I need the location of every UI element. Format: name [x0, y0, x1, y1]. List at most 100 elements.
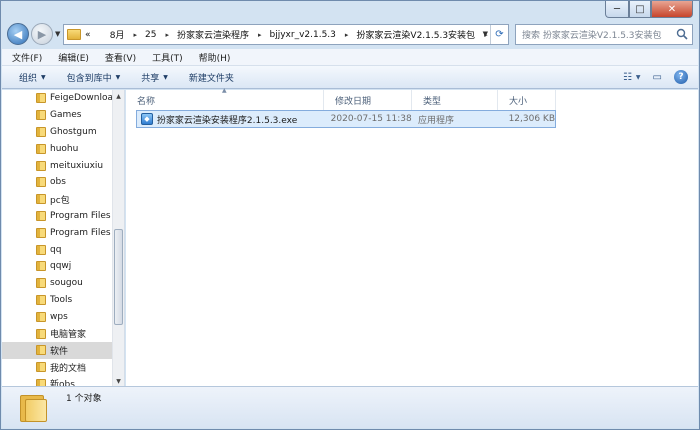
view-options-icon[interactable]: ☷ [623, 72, 632, 83]
nav-item[interactable]: obs [2, 174, 113, 191]
breadcrumb-chevron-icon[interactable]: ▸ [345, 31, 349, 39]
nav-scrollbar[interactable]: ▲ ▼ [112, 90, 124, 387]
item-count: 1 个对象 [66, 394, 102, 404]
search-icon [676, 28, 688, 40]
column-header-name[interactable]: 名称 ▲ [126, 87, 324, 110]
forward-arrow-icon: ▶ [37, 27, 47, 41]
folder-tree: FeigeDownloa Games Ghostgum huohu meitux… [2, 90, 113, 387]
search-placeholder: 搜索 扮家家云渲染V2.1.5.3安装包 [522, 31, 662, 41]
nav-item-label: qqwj [50, 261, 72, 272]
folder-icon [36, 362, 46, 373]
refresh-button[interactable]: ⟳ [490, 25, 508, 44]
breadcrumb-item[interactable]: 8月 [110, 28, 125, 41]
nav-item-label: FeigeDownloa [50, 93, 113, 104]
menu-edit[interactable]: 编辑(E) [58, 51, 89, 64]
nav-item[interactable]: Tools [2, 292, 113, 309]
folder-icon [36, 194, 46, 205]
nav-item-label: Tools [50, 294, 73, 305]
refresh-icon: ⟳ [495, 29, 504, 40]
chevron-down-icon: ▼ [41, 73, 46, 81]
maximize-button[interactable]: □ [629, 1, 651, 18]
nav-item[interactable]: Games [2, 107, 113, 124]
breadcrumb-chevron-icon[interactable]: ▸ [258, 31, 262, 39]
column-header-size[interactable]: 大小 [498, 90, 556, 110]
breadcrumb-chevron-icon[interactable]: ▸ [133, 31, 137, 39]
breadcrumb-chevron-icon[interactable]: ▸ [165, 31, 169, 39]
sort-ascending-icon: ▲ [222, 87, 227, 94]
nav-item[interactable]: Ghostgum [2, 124, 113, 141]
nav-item-label: Program Files [50, 227, 111, 238]
column-type-label: 类型 [423, 96, 442, 107]
menu-tools[interactable]: 工具(T) [152, 51, 183, 64]
column-header-type[interactable]: 类型 [412, 90, 498, 110]
nav-item-label: pc包 [50, 195, 70, 206]
view-options-dropdown[interactable]: ▼ [636, 74, 641, 81]
breadcrumb-item[interactable]: bjjyxr_v2.1.5.3 [270, 30, 336, 40]
navigation-pane: FeigeDownloa Games Ghostgum huohu meitux… [2, 90, 125, 387]
folder-icon [36, 294, 46, 305]
nav-item[interactable]: Program Files [2, 224, 113, 241]
new-folder-label: 新建文件夹 [188, 73, 234, 84]
scroll-up-icon[interactable]: ▲ [113, 90, 124, 102]
breadcrumb-item[interactable]: 扮家家云渲染程序 [177, 28, 249, 41]
breadcrumb-overflow[interactable]: « [85, 30, 91, 40]
nav-item[interactable]: pc包 [2, 191, 113, 208]
column-size-label: 大小 [509, 96, 528, 107]
nav-item[interactable]: 电脑管家 [2, 325, 113, 342]
close-button[interactable]: ✕ [651, 1, 693, 18]
nav-item-selected[interactable]: 软件 [2, 341, 113, 359]
exe-file-icon: ◆ [141, 113, 153, 125]
nav-item[interactable]: meituxiuxiu [2, 157, 113, 174]
organize-label: 组织 [19, 73, 38, 84]
file-size: 12,306 KB [508, 114, 555, 124]
nav-item[interactable]: huohu [2, 140, 113, 157]
column-header-modified[interactable]: 修改日期 [324, 90, 412, 110]
column-name-label: 名称 [137, 96, 156, 107]
preview-pane-icon[interactable]: ▭ [653, 72, 662, 83]
nav-item-label: obs [50, 177, 66, 188]
search-input[interactable]: 搜索 扮家家云渲染V2.1.5.3安装包 [515, 24, 693, 45]
caption-buttons: ─ □ ✕ [605, 1, 693, 18]
menu-view[interactable]: 查看(V) [105, 51, 136, 64]
share-label: 共享 [141, 73, 160, 84]
file-modified: 2020-07-15 11:38 [330, 114, 412, 124]
back-button[interactable]: ◀ [7, 23, 29, 45]
menu-help[interactable]: 帮助(H) [199, 51, 231, 64]
nav-item-label: Ghostgum [50, 126, 97, 137]
folder-icon [36, 93, 46, 104]
nav-item[interactable]: wps [2, 308, 113, 325]
address-bar[interactable]: « 8月 ▸ 25 ▸ 扮家家云渲染程序 ▸ bjjyxr_v2.1.5.3 ▸ 扮家家… [63, 24, 509, 45]
new-folder-button[interactable]: 新建文件夹 [189, 71, 234, 84]
breadcrumb-item[interactable]: 25 [145, 30, 156, 40]
organize-button[interactable]: 组织 ▼ [19, 71, 46, 84]
nav-item-label: huohu [50, 143, 79, 154]
chevron-down-icon: ▼ [115, 73, 121, 81]
nav-item[interactable]: Program Files [2, 208, 113, 225]
file-name: 扮家家云渲染安装程序2.1.5.3.exe [156, 115, 298, 126]
address-row: ◀ ▶ ▼ « 8月 ▸ 25 ▸ 扮家家云渲染程序 ▸ bjjyxr_v2.1.5.… [7, 22, 693, 46]
menu-file[interactable]: 文件(F) [12, 51, 42, 64]
details-pane: 1 个对象 [2, 386, 698, 428]
nav-item[interactable]: 我的文档 [2, 359, 113, 376]
scroll-thumb[interactable] [114, 229, 123, 325]
column-headers: 名称 ▲ 修改日期 类型 大小 [126, 87, 556, 110]
nav-item-label: qq [50, 244, 62, 255]
nav-item[interactable]: qq [2, 241, 113, 258]
address-dropdown[interactable]: ▼ [483, 30, 488, 38]
breadcrumb-item[interactable]: 扮家家云渲染V2.1.5.3安装包 [356, 28, 475, 41]
forward-button[interactable]: ▶ [31, 23, 53, 45]
share-button[interactable]: 共享 ▼ [141, 71, 168, 84]
nav-item-label: meituxiuxiu [50, 160, 104, 171]
nav-item[interactable]: qqwj [2, 258, 113, 275]
nav-item-label: 我的文档 [50, 363, 87, 374]
file-row[interactable]: ◆ 扮家家云渲染安装程序2.1.5.3.exe 2020-07-15 11:38… [136, 110, 556, 128]
minimize-button[interactable]: ─ [605, 1, 629, 18]
nav-item[interactable]: sougou [2, 275, 113, 292]
include-in-library-button[interactable]: 包含到库中 ▼ [67, 71, 121, 84]
help-icon[interactable]: ? [674, 70, 688, 84]
nav-item[interactable]: FeigeDownloa [2, 90, 113, 107]
recent-pages-dropdown[interactable]: ▼ [55, 30, 60, 38]
toolbar-right: ☷ ▼ ▭ ? [611, 70, 688, 84]
file-list: 名称 ▲ 修改日期 类型 大小 ◆ 扮家家云渲染安装程序2.1.5.3.exe 2… [126, 87, 698, 387]
folder-icon [36, 210, 46, 221]
